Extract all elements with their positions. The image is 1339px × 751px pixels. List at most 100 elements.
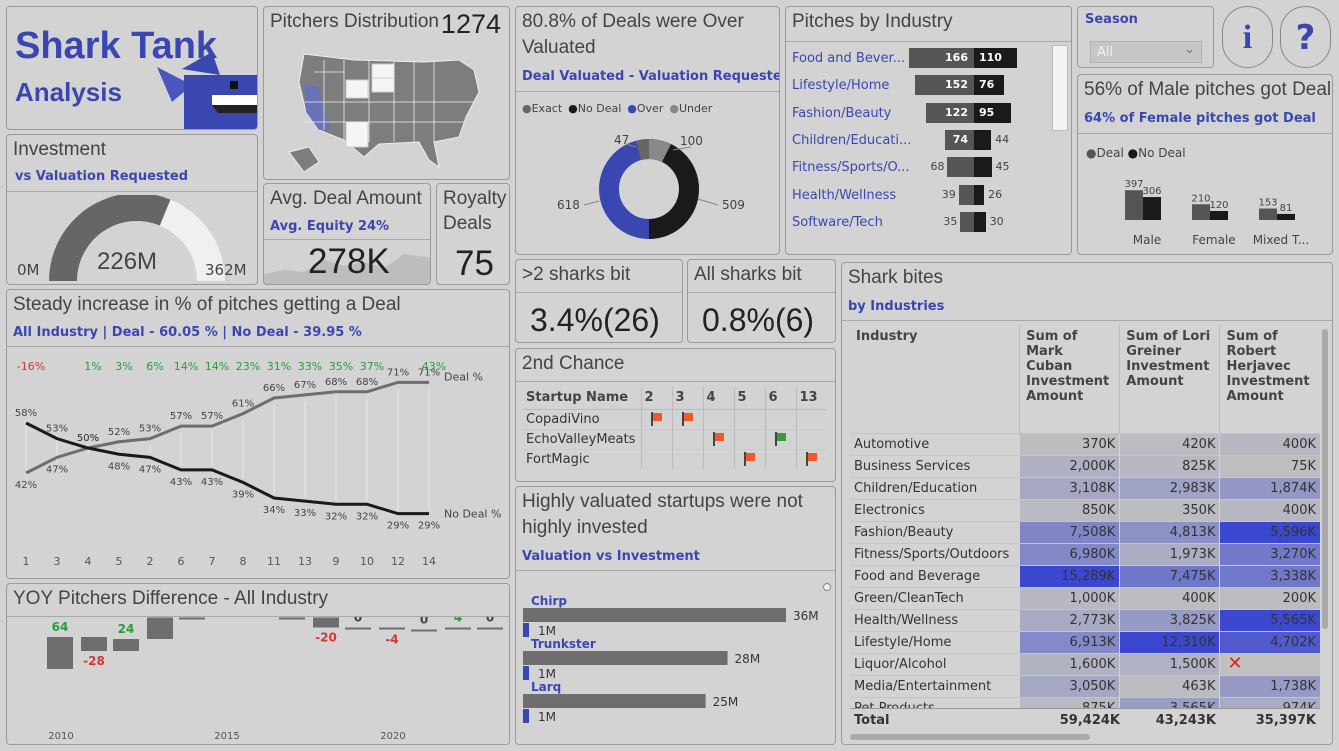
avg-deal-title: Avg. Deal Amount (270, 188, 422, 209)
amount-cell: 12,310K (1119, 631, 1220, 653)
industry-pitch-row[interactable]: Fitness/Sports/O... 68 45 (786, 156, 1051, 178)
column-header[interactable]: Industry (850, 325, 1020, 433)
amount-cell: 7,508K (1019, 521, 1120, 543)
gender-chart[interactable]: 397306 Male 210120 Female 153 81 Mixed T... (1078, 170, 1333, 255)
royalty-title-line2: Deals (443, 213, 492, 234)
x-tick: 10 (360, 555, 374, 568)
yoy-bar[interactable] (179, 617, 205, 620)
yoy-bar[interactable] (47, 637, 73, 669)
yoy-bar[interactable] (445, 627, 471, 630)
info-icon: i (1242, 19, 1253, 56)
yoy-bar[interactable] (81, 637, 107, 651)
table-row[interactable]: Electronics 850K 350K 400K (850, 499, 1320, 521)
table-row[interactable]: Fitness/Sports/Outdoors 6,980K 1,973K 3,270… (850, 543, 1320, 565)
industry-cell: Liquor/Alcohol (854, 656, 947, 672)
amount-cell: 350K (1119, 499, 1220, 521)
yoy-bar[interactable] (147, 617, 173, 640)
yoy-bar[interactable] (379, 627, 405, 630)
amount-cell: 2,000K (1019, 455, 1120, 477)
nodeal-count: 76 (979, 78, 995, 92)
x-tick: 4 (85, 555, 92, 568)
industry-pitch-row[interactable]: Lifestyle/Home 152 76 (786, 74, 1051, 96)
x-tick: 11 (267, 555, 281, 568)
steady-title: Steady increase in % of pitches getting … (13, 294, 401, 315)
yoy-bar[interactable] (345, 627, 371, 630)
x-tick: 7 (209, 555, 216, 568)
yoy-label: -4 (385, 633, 398, 647)
table-row[interactable]: EchoValleyMeats (523, 429, 827, 449)
yoy-bar[interactable] (113, 639, 139, 651)
allsharks-value: 0.8%(6) (702, 302, 815, 338)
steady-line-chart[interactable]: 42%58%1-16%47%53%350%50%41%52%48%53%53%4… (7, 347, 510, 579)
table-row[interactable]: Green/CleanTech 1,000K 400K 200K (850, 587, 1320, 609)
table-row[interactable]: Fashion/Beauty 7,508K 4,813K 5,596K (850, 521, 1320, 543)
yoy-bar[interactable] (411, 629, 437, 632)
industry-pitch-row[interactable]: Food and Bever... 166 110 (786, 47, 1051, 69)
table-row[interactable]: Business Services 2,000K 825K 75K (850, 455, 1320, 477)
amount-cell: ✕ (1219, 653, 1320, 675)
season-dropdown[interactable]: All ⌄ (1090, 41, 1202, 63)
yoy-bar[interactable] (279, 617, 305, 620)
column-header[interactable]: Sum of Mark Cuban Investment Amount (1019, 325, 1120, 433)
table-row[interactable]: Food and Beverage 15,289K 7,475K 3,338K (850, 565, 1320, 587)
valuation-bar[interactable] (523, 694, 706, 708)
table-row[interactable]: Children/Education 3,108K 2,983K 1,874K (850, 477, 1320, 499)
yoy-label: 0 (354, 617, 362, 625)
donut-label-over: 618 (557, 198, 580, 212)
valuation-bar[interactable] (523, 651, 728, 665)
episode-header: 2 (640, 387, 672, 410)
industry-scrollbar[interactable] (1052, 45, 1068, 131)
bites-table: Industry Sum of Mark Cuban Investment Amo… (850, 325, 1320, 719)
bites-vscrollbar[interactable] (1322, 329, 1328, 629)
close-icon: ✕ (1227, 653, 1243, 674)
table-row[interactable]: FortMagic (523, 449, 827, 469)
table-row[interactable]: Liquor/Alcohol 1,600K 1,500K ✕ (850, 653, 1320, 675)
yoy-label: -20 (315, 631, 337, 645)
column-header[interactable]: Sum of Lori Greiner Investment Amount (1119, 325, 1220, 433)
table-row[interactable]: Health/Wellness 2,773K 3,825K 5,565K (850, 609, 1320, 631)
industry-pitch-row[interactable]: Children/Educati... 74 44 (786, 129, 1051, 151)
deal-point-label: 52% (108, 427, 130, 438)
investment-bar[interactable] (523, 666, 529, 680)
industry-name: Fitness/Sports/O... (792, 160, 910, 176)
valuation-bar[interactable] (523, 608, 786, 622)
column-header[interactable]: Sum of Robert Herjavec Investment Amount (1219, 325, 1320, 433)
deal-point-label: 57% (201, 411, 223, 422)
industry-pitch-row[interactable]: Fashion/Beauty 122 95 (786, 102, 1051, 124)
table-row[interactable]: Lifestyle/Home 6,913K 12,310K 4,702K (850, 631, 1320, 653)
yoy-waterfall-chart[interactable]: 64-28244300-200-4040201020152020 (7, 617, 510, 745)
year-tick: 2015 (214, 731, 239, 742)
highval-bar-chart[interactable]: Chirp36M1MTrunkster28M1MLarq25M1M (516, 592, 836, 744)
deal-point-label: 53% (139, 424, 161, 435)
season-value: All (1097, 45, 1114, 60)
amount-cell: 1,973K (1119, 543, 1220, 565)
nodeal-bar (1277, 213, 1295, 220)
startup-name: EchoValleyMeats (526, 431, 636, 447)
table-row[interactable]: Automotive 370K 420K 400K (850, 433, 1320, 455)
yoy-bar[interactable] (313, 617, 339, 628)
nodeal-bar (974, 211, 986, 232)
legend-under: ●Under (669, 102, 713, 115)
industry-pitch-row[interactable]: Health/Wellness 39 26 (786, 184, 1051, 206)
bites-hscrollbar[interactable] (850, 734, 1090, 740)
investment-bar[interactable] (523, 623, 529, 637)
industry-pitch-row[interactable]: Software/Tech 35 30 (786, 211, 1051, 233)
legend-no-deal: ●No Deal (568, 102, 622, 115)
x-tick: 2 (147, 555, 154, 568)
help-button[interactable]: ? (1280, 6, 1331, 68)
nodeal-count: 30 (989, 214, 1004, 228)
deal-label: 210 (1191, 193, 1210, 204)
amount-cell: 400K (1219, 499, 1320, 521)
us-map[interactable] (284, 42, 494, 177)
yoy-bar[interactable] (477, 627, 503, 630)
deal-line[interactable] (25, 380, 429, 475)
deal-bar (960, 211, 974, 232)
highval-scroll-dot[interactable] (823, 583, 831, 591)
legend-over: ●Over (627, 102, 664, 115)
investment-bar[interactable] (523, 709, 529, 723)
table-row[interactable]: CopadiVino (523, 409, 827, 429)
overvalued-donut[interactable]: 47 100 509 618 (546, 117, 776, 252)
table-row[interactable]: Media/Entertainment 3,050K 463K 1,738K (850, 675, 1320, 697)
x-tick: 3 (54, 555, 61, 568)
info-button[interactable]: i (1222, 6, 1273, 68)
